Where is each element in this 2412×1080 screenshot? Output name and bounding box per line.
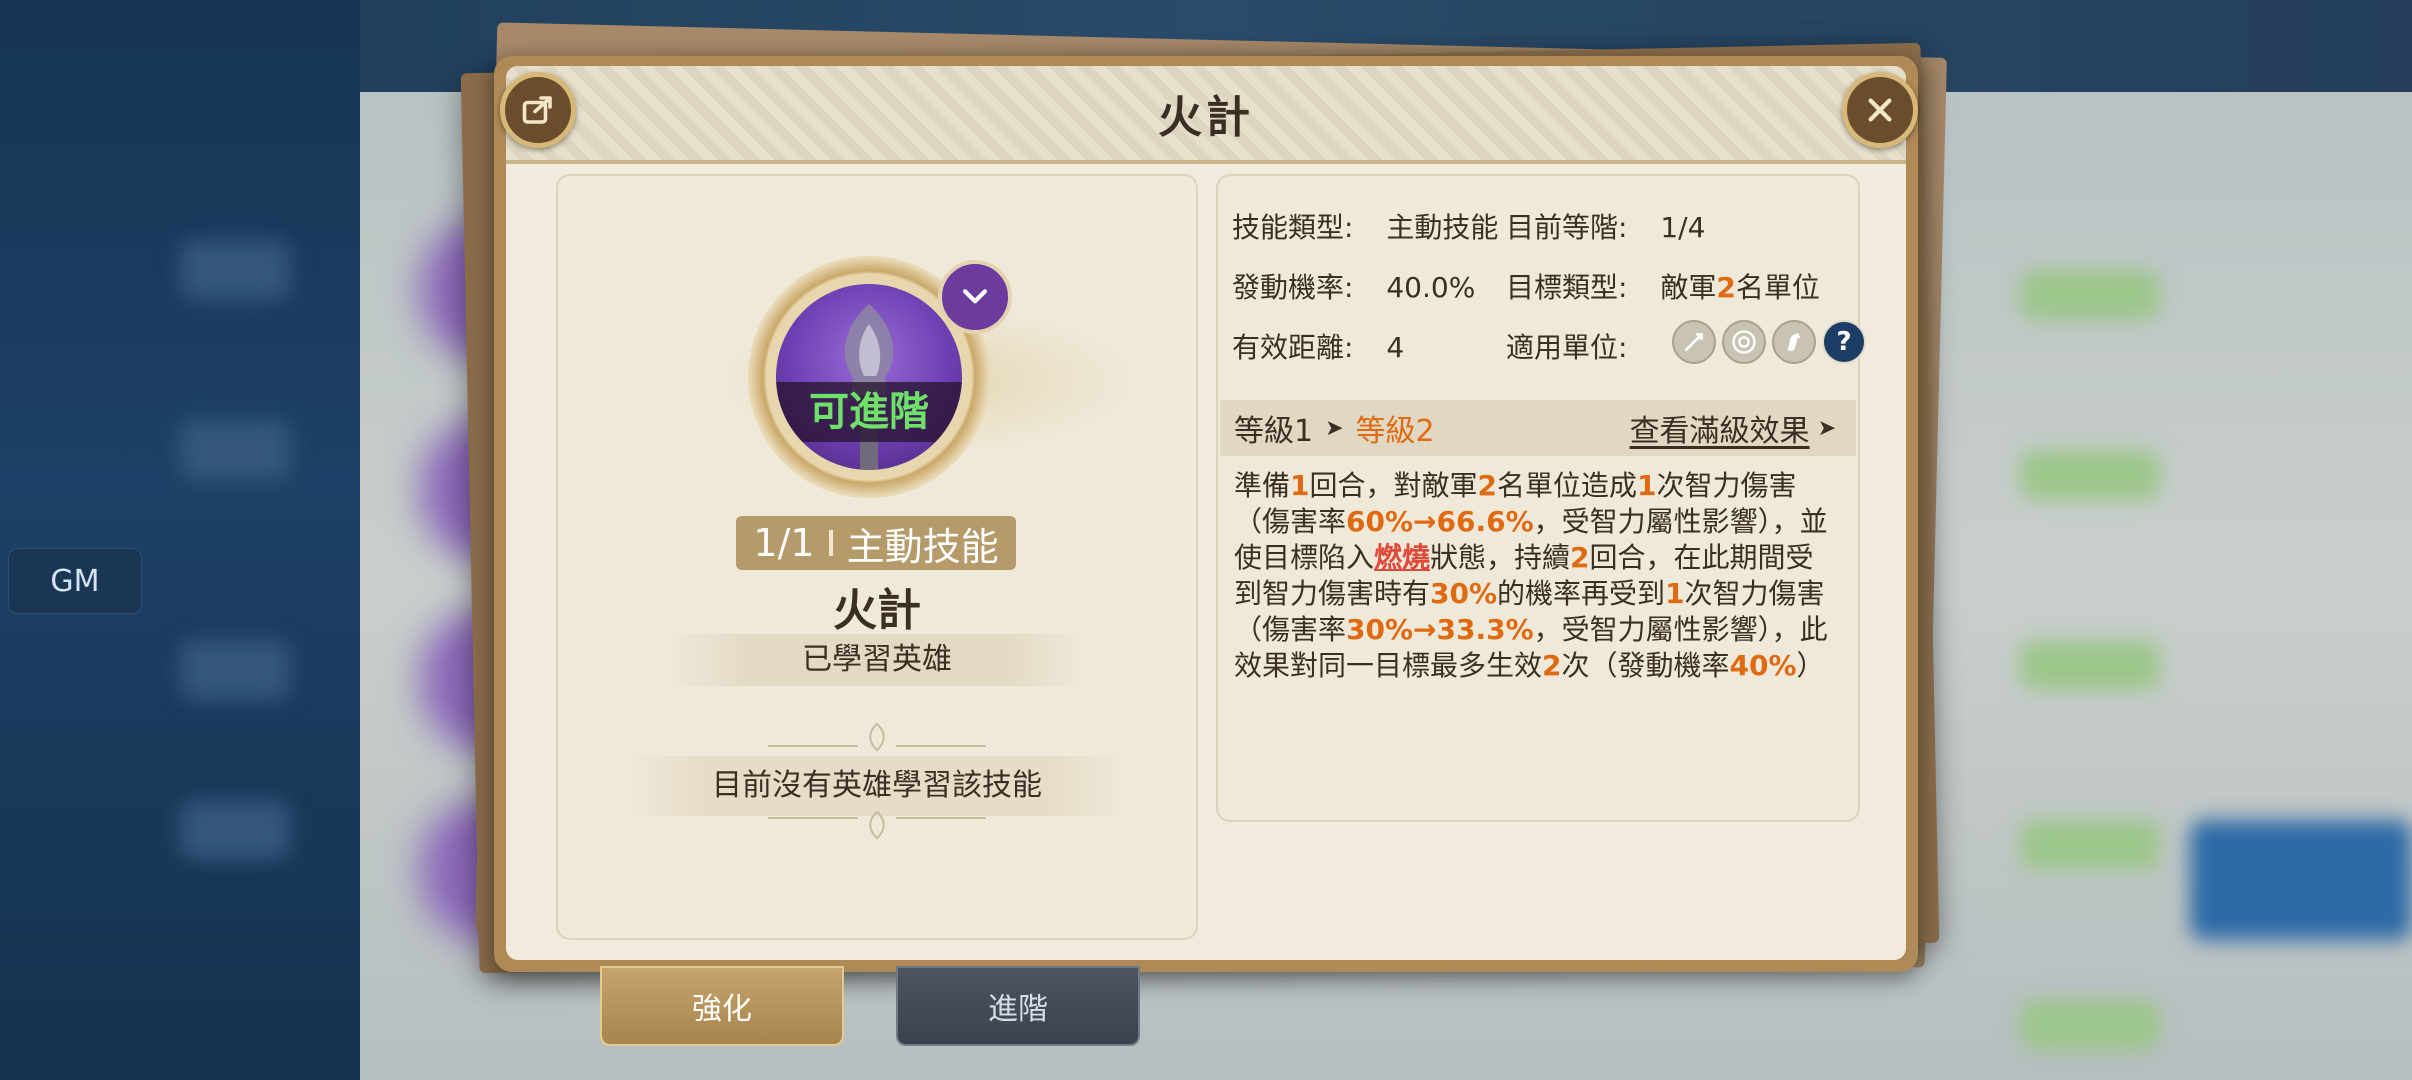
- background-blur: [2020, 450, 2160, 500]
- tab-advance[interactable]: 進階: [896, 966, 1140, 1046]
- skill-card-panel: 可進階 1/1 主動技能 火計 已學習英雄 目前沒有英雄學習該技能: [556, 174, 1198, 940]
- tag-divider: [828, 530, 833, 556]
- upgrade-badge: 可進階: [776, 382, 962, 442]
- trigger-chance-label: 發動機率:: [1232, 271, 1354, 304]
- desc-number: 2: [1477, 469, 1497, 502]
- desc-number: 1: [1637, 469, 1657, 502]
- arrow-right-icon: ➤: [1325, 415, 1344, 441]
- background-blur: [180, 420, 290, 480]
- current-grade-value: 1/4: [1660, 211, 1706, 244]
- close-icon: [1868, 98, 1892, 122]
- close-button[interactable]: [1842, 72, 1918, 148]
- skill-description: 準備1回合，對敵軍2名單位造成1次智力傷害（傷害率60%→66.6%，受智力屬性…: [1234, 468, 1838, 684]
- horse-icon[interactable]: [1772, 320, 1816, 364]
- share-button[interactable]: [500, 72, 576, 148]
- desc-text: ）: [1796, 649, 1825, 682]
- learned-heroes-heading: 已學習英雄: [668, 634, 1086, 686]
- torch-icon: [844, 304, 894, 470]
- sword-icon[interactable]: [1672, 320, 1716, 364]
- question-icon[interactable]: ?: [1822, 320, 1866, 364]
- dialog-title: 火計: [1158, 92, 1254, 143]
- desc-number: 60%→66.6%: [1346, 505, 1534, 538]
- background-blur: [180, 240, 290, 300]
- torch-skill-icon[interactable]: 可進階: [776, 284, 962, 470]
- background-left-panel: [0, 0, 360, 1080]
- expand-button[interactable]: [938, 260, 1012, 334]
- skill-type-label: 技能類型:: [1232, 211, 1354, 244]
- desc-number: 40%: [1729, 649, 1797, 682]
- background-blur: [180, 800, 290, 860]
- burn-status-link[interactable]: 燃燒: [1374, 541, 1430, 574]
- effective-range-row: 有效距離: 4: [1232, 326, 1404, 366]
- gm-button[interactable]: GM: [8, 548, 142, 614]
- skill-type-tag: 1/1 主動技能: [736, 516, 1016, 570]
- target-type-row: 目標類型: 敵軍2名單位: [1506, 266, 1820, 306]
- chevron-down-icon: [962, 289, 988, 304]
- effective-range-value: 4: [1386, 331, 1405, 364]
- desc-number: 1: [1290, 469, 1310, 502]
- arrow-right-icon: ➤: [1817, 415, 1836, 441]
- view-max-level-label: 查看滿級效果: [1629, 414, 1810, 449]
- target-prefix: 敵軍: [1660, 271, 1717, 304]
- target-type-label: 目標類型:: [1506, 271, 1628, 304]
- effective-range-label: 有效距離:: [1232, 331, 1354, 364]
- desc-text: 狀態，持續: [1430, 541, 1571, 574]
- bow-target-icon[interactable]: [1722, 320, 1766, 364]
- current-grade-label: 目前等階:: [1506, 211, 1628, 244]
- desc-number: 1: [1665, 577, 1685, 610]
- ornament-divider-top: [768, 722, 986, 752]
- tab-strengthen[interactable]: 強化: [600, 966, 844, 1046]
- title-bar: 火計: [506, 66, 1906, 164]
- view-max-level-link[interactable]: 查看滿級效果 ➤: [1630, 400, 1836, 456]
- background-blur: [2020, 270, 2160, 320]
- skill-type-value: 主動技能: [1386, 211, 1499, 244]
- desc-text: 的機率再受到: [1497, 577, 1666, 610]
- skill-info-panel: 技能類型: 主動技能 目前等階: 1/4 發動機率: 40.0% 目標類型: 敵…: [1216, 174, 1866, 822]
- desc-text: 準備: [1234, 469, 1291, 502]
- skill-tag-count: 1/1: [753, 521, 815, 565]
- desc-number: 30%: [1430, 577, 1498, 610]
- desc-number: 2: [1570, 541, 1590, 574]
- skill-tag-type: 主動技能: [846, 524, 999, 569]
- target-suffix: 名單位: [1735, 271, 1820, 304]
- background-blur: [2020, 640, 2160, 690]
- target-count: 2: [1716, 271, 1736, 304]
- no-hero-message: 目前沒有英雄學習該技能: [628, 756, 1126, 816]
- next-level: 等級2: [1355, 414, 1435, 449]
- trigger-chance-value: 40.0%: [1386, 271, 1476, 304]
- desc-text: 次（發動機率: [1561, 649, 1730, 682]
- trigger-chance-row: 發動機率: 40.0%: [1232, 266, 1475, 306]
- share-icon: [522, 96, 552, 124]
- background-blur: [2020, 1000, 2160, 1050]
- background-blur: [180, 640, 290, 700]
- desc-text: 回合，對敵軍: [1309, 469, 1478, 502]
- skill-name: 火計: [833, 585, 921, 636]
- ornament-divider-bottom: [768, 810, 986, 840]
- current-level: 等級1: [1234, 414, 1314, 449]
- applicable-units-label: 適用單位:: [1506, 331, 1628, 364]
- background-blur: [2190, 820, 2412, 940]
- desc-number: 30%→33.3%: [1346, 613, 1534, 646]
- current-grade-row: 目前等階: 1/4: [1506, 206, 1705, 246]
- level-bar: 等級1 ➤ 等級2 查看滿級效果 ➤: [1220, 400, 1856, 456]
- target-type-value: 敵軍2名單位: [1660, 271, 1820, 304]
- question-mark: ?: [1836, 327, 1852, 357]
- skill-type-row: 技能類型: 主動技能: [1232, 206, 1498, 246]
- desc-text: 名單位造成: [1497, 469, 1638, 502]
- background-blur: [2020, 820, 2160, 870]
- desc-number: 2: [1542, 649, 1562, 682]
